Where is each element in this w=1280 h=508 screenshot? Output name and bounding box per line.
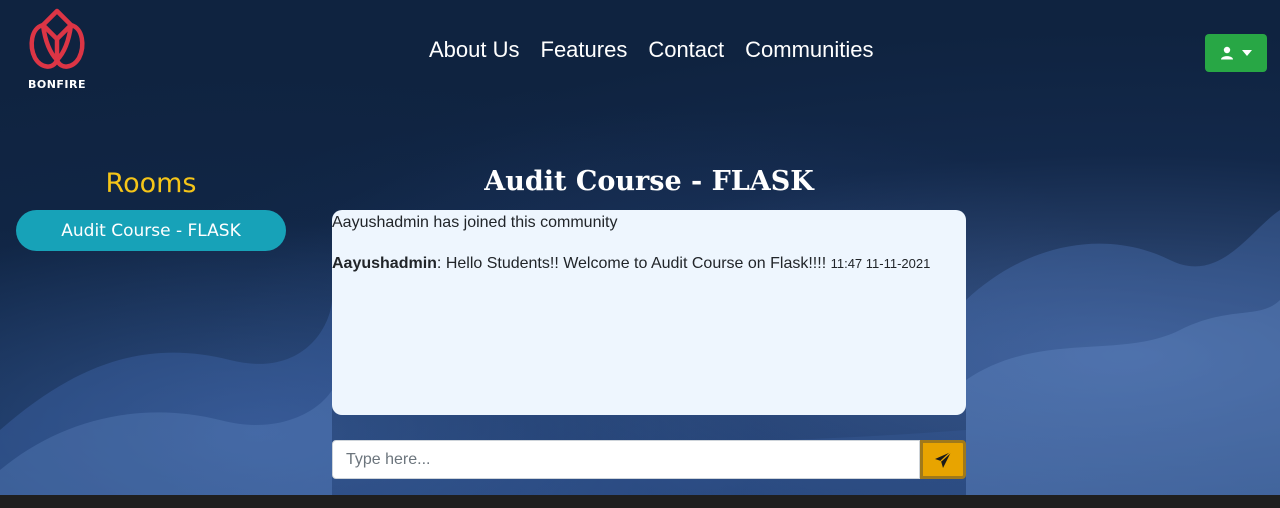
- chat-message: Aayushadmin: Hello Students!! Welcome to…: [332, 255, 930, 273]
- user-menu-button[interactable]: [1205, 34, 1267, 72]
- bonfire-logo-icon: [29, 8, 85, 69]
- chat-messages-panel[interactable]: Aayushadmin has joined this community Aa…: [332, 210, 966, 415]
- message-input[interactable]: [332, 440, 920, 479]
- send-button[interactable]: [920, 440, 966, 479]
- message-composer: [332, 440, 966, 479]
- system-message: Aayushadmin has joined this community: [332, 214, 618, 231]
- nav-features[interactable]: Features: [541, 36, 628, 64]
- room-item-audit-course-flask[interactable]: Audit Course - FLASK: [16, 210, 286, 251]
- footer-bar: [0, 495, 1280, 508]
- nav-communities[interactable]: Communities: [745, 36, 873, 64]
- message-timestamp: 11:47 11-11-2021: [830, 256, 931, 271]
- chat-room-title: Audit Course - FLASK: [484, 166, 814, 197]
- paper-plane-icon: [935, 451, 952, 468]
- brand-logo[interactable]: BONFIRE: [24, 8, 90, 98]
- nav-about-us[interactable]: About Us: [429, 36, 520, 64]
- message-username: Aayushadmin: [332, 255, 437, 272]
- user-icon: [1221, 46, 1233, 60]
- brand-name: BONFIRE: [27, 78, 87, 91]
- nav-contact[interactable]: Contact: [648, 36, 724, 64]
- caret-down-icon: [1242, 50, 1252, 56]
- main-nav: About Us Features Contact Communities: [429, 36, 874, 64]
- rooms-heading: Rooms: [105, 168, 197, 199]
- message-text: : Hello Students!! Welcome to Audit Cour…: [436, 255, 831, 272]
